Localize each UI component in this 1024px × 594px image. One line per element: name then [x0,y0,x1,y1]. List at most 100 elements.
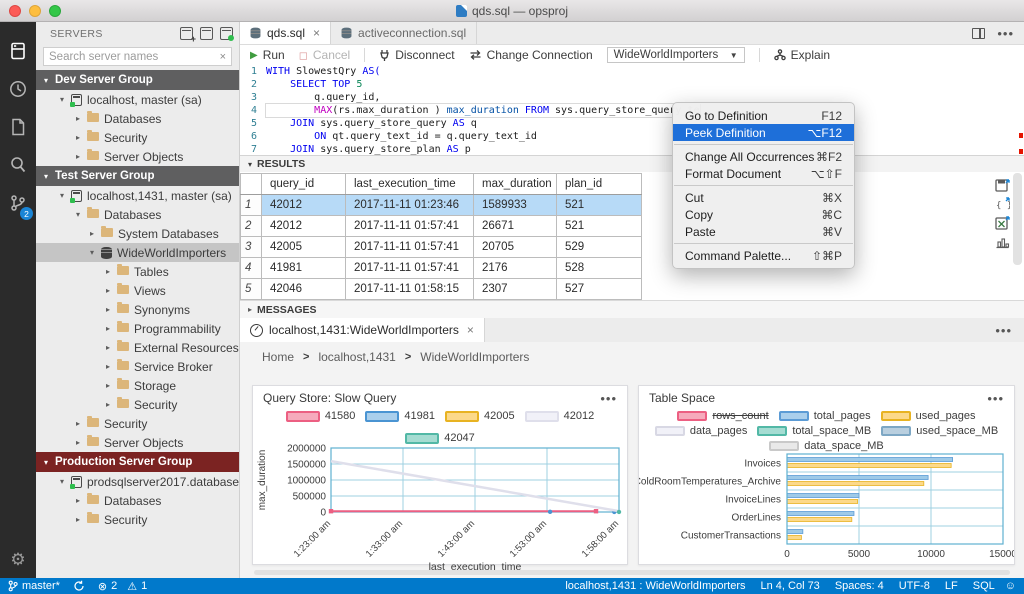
messages-header[interactable]: ▸MESSAGES [240,300,1024,318]
tree-item-localhost[interactable]: ▾localhost, master (sa) [36,90,239,109]
legend-item[interactable]: 42005 [445,410,515,422]
tree-item-service-broker[interactable]: ▸Service Broker [36,357,239,376]
explain-button[interactable]: Explain [774,48,830,62]
grid-cell[interactable]: 1589933 [474,195,557,216]
tree-item-databases-1431[interactable]: ▾Databases [36,205,239,224]
column-header-last-execution-time[interactable]: last_execution_time [346,174,474,195]
menu-item-paste[interactable]: Paste⌘V [673,223,854,240]
save-as-csv-button[interactable] [995,178,1010,192]
tree-item-views[interactable]: ▸Views [36,281,239,300]
row-number[interactable]: 1 [241,195,262,216]
tree-item-security[interactable]: ▸Security [36,128,239,147]
close-window-button[interactable] [9,5,21,17]
legend-item[interactable]: data_space_MB [769,440,884,452]
tree-item-programmability[interactable]: ▸Programmability [36,319,239,338]
tree-item-tables[interactable]: ▸Tables [36,262,239,281]
minimize-window-button[interactable] [29,5,41,17]
eol-status[interactable]: LF [945,580,958,592]
grid-cell[interactable]: 2017-11-11 01:57:41 [346,237,474,258]
tree-item-security-1431[interactable]: ▸Security [36,414,239,433]
menu-item-command-palette[interactable]: Command Palette...⇧⌘P [673,247,854,264]
encoding-status[interactable]: UTF-8 [899,580,930,592]
grid-cell[interactable]: 2176 [474,258,557,279]
row-number[interactable]: 2 [241,216,262,237]
save-as-json-button[interactable]: { } [995,197,1010,211]
breadcrumb-home[interactable]: Home [262,350,294,364]
card-more-actions-icon[interactable]: ••• [987,391,1004,406]
menu-item-peek-definition[interactable]: Peek Definition⌥F12 [673,124,854,141]
feedback-smiley-button[interactable]: ☺ [1005,580,1016,592]
maximize-window-button[interactable] [49,5,61,17]
grid-cell[interactable]: 42012 [262,216,346,237]
grid-cell[interactable]: 2017-11-11 01:58:15 [346,279,474,300]
results-scrollbar[interactable] [1013,173,1022,265]
cancel-button[interactable]: ◻Cancel [299,48,351,62]
tab-qds-sql[interactable]: qds.sql× [240,22,331,44]
legend-item[interactable]: 41580 [286,410,356,422]
tree-item-databases[interactable]: ▸Databases [36,109,239,128]
breadcrumb-database[interactable]: WideWorldImporters [420,350,529,364]
tree-item-storage[interactable]: ▸Storage [36,376,239,395]
connection-status[interactable]: localhost,1431 : WideWorldImporters [565,580,745,592]
grid-cell[interactable]: 42046 [262,279,346,300]
row-number[interactable]: 5 [241,279,262,300]
grid-cell[interactable]: 521 [557,216,642,237]
problems-status[interactable]: ⊗2 ⚠1 [98,580,147,593]
indentation-status[interactable]: Spaces: 4 [835,580,884,592]
tree-group-production[interactable]: ▾Production Server Group [36,452,239,472]
database-dropdown[interactable]: WideWorldImporters▼ [607,47,745,63]
grid-cell[interactable]: 527 [557,279,642,300]
card-more-actions-icon[interactable]: ••• [600,391,617,406]
tree-item-db-security[interactable]: ▸Security [36,395,239,414]
grid-cell[interactable]: 529 [557,237,642,258]
legend-item[interactable]: 42012 [525,410,595,422]
menu-item-cut[interactable]: Cut⌘X [673,189,854,206]
new-connection-button[interactable] [180,27,193,40]
grid-row-selected[interactable]: 1 42012 2017-11-11 01:23:46 1589933 521 [241,195,642,216]
activity-search-button[interactable] [0,146,36,184]
tree-item-server-objects[interactable]: ▸Server Objects [36,147,239,166]
grid-row[interactable]: 3 42005 2017-11-11 01:57:41 20705 529 [241,237,642,258]
run-button[interactable]: ▶Run [250,48,285,62]
server-search-input[interactable] [49,51,220,63]
grid-row[interactable]: 4 41981 2017-11-11 01:57:41 2176 528 [241,258,642,279]
row-number[interactable]: 3 [241,237,262,258]
legend-item[interactable]: 42047 [405,432,475,444]
tab-dashboard-wideworldimporters[interactable]: localhost,1431:WideWorldImporters× [240,318,485,342]
tree-item-prod-databases[interactable]: ▸Databases [36,491,239,510]
tree-group-dev[interactable]: ▾Dev Server Group [36,70,239,90]
menu-item-change-all-occurrences[interactable]: Change All Occurrences⌘F2 [673,148,854,165]
legend-item[interactable]: data_pages [655,425,748,437]
breadcrumb-server[interactable]: localhost,1431 [318,350,395,364]
column-header-max-duration[interactable]: max_duration [474,174,557,195]
menu-item-copy[interactable]: Copy⌘C [673,206,854,223]
close-tab-icon[interactable]: × [467,323,474,337]
activity-explorer-button[interactable] [0,108,36,146]
more-actions-icon[interactable]: ••• [995,323,1012,338]
tree-group-test[interactable]: ▾Test Server Group [36,166,239,186]
view-as-chart-button[interactable] [995,235,1010,249]
activity-source-control-button[interactable]: 2 [0,184,36,222]
menu-item-go-to-definition[interactable]: Go to DefinitionF12 [673,107,854,124]
legend-item[interactable]: total_space_MB [757,425,871,437]
git-branch-status[interactable]: master* [8,580,60,592]
settings-gear-button[interactable]: ⚙ [0,550,36,570]
results-header[interactable]: ▾RESULTS [240,156,1024,172]
column-header-query-id[interactable]: query_id [262,174,346,195]
panel-horizontal-scrollbar[interactable] [254,570,1010,575]
legend-item[interactable]: used_space_MB [881,425,998,437]
legend-item[interactable]: 41981 [365,410,435,422]
grid-cell[interactable]: 2017-11-11 01:23:46 [346,195,474,216]
change-connection-button[interactable]: Change Connection [469,48,593,62]
column-header-plan-id[interactable]: plan_id [557,174,642,195]
grid-row[interactable]: 5 42046 2017-11-11 01:58:15 2307 527 [241,279,642,300]
disconnect-button[interactable]: Disconnect [379,48,454,62]
new-server-group-button[interactable] [200,27,213,40]
grid-cell[interactable]: 2017-11-11 01:57:41 [346,216,474,237]
cursor-position-status[interactable]: Ln 4, Col 73 [760,580,819,592]
row-number[interactable]: 4 [241,258,262,279]
clear-search-icon[interactable]: × [220,51,226,63]
tree-item-localhost-1431[interactable]: ▾localhost,1431, master (sa) [36,186,239,205]
tree-item-prod-security[interactable]: ▸Security [36,510,239,529]
grid-cell[interactable]: 2017-11-11 01:57:41 [346,258,474,279]
